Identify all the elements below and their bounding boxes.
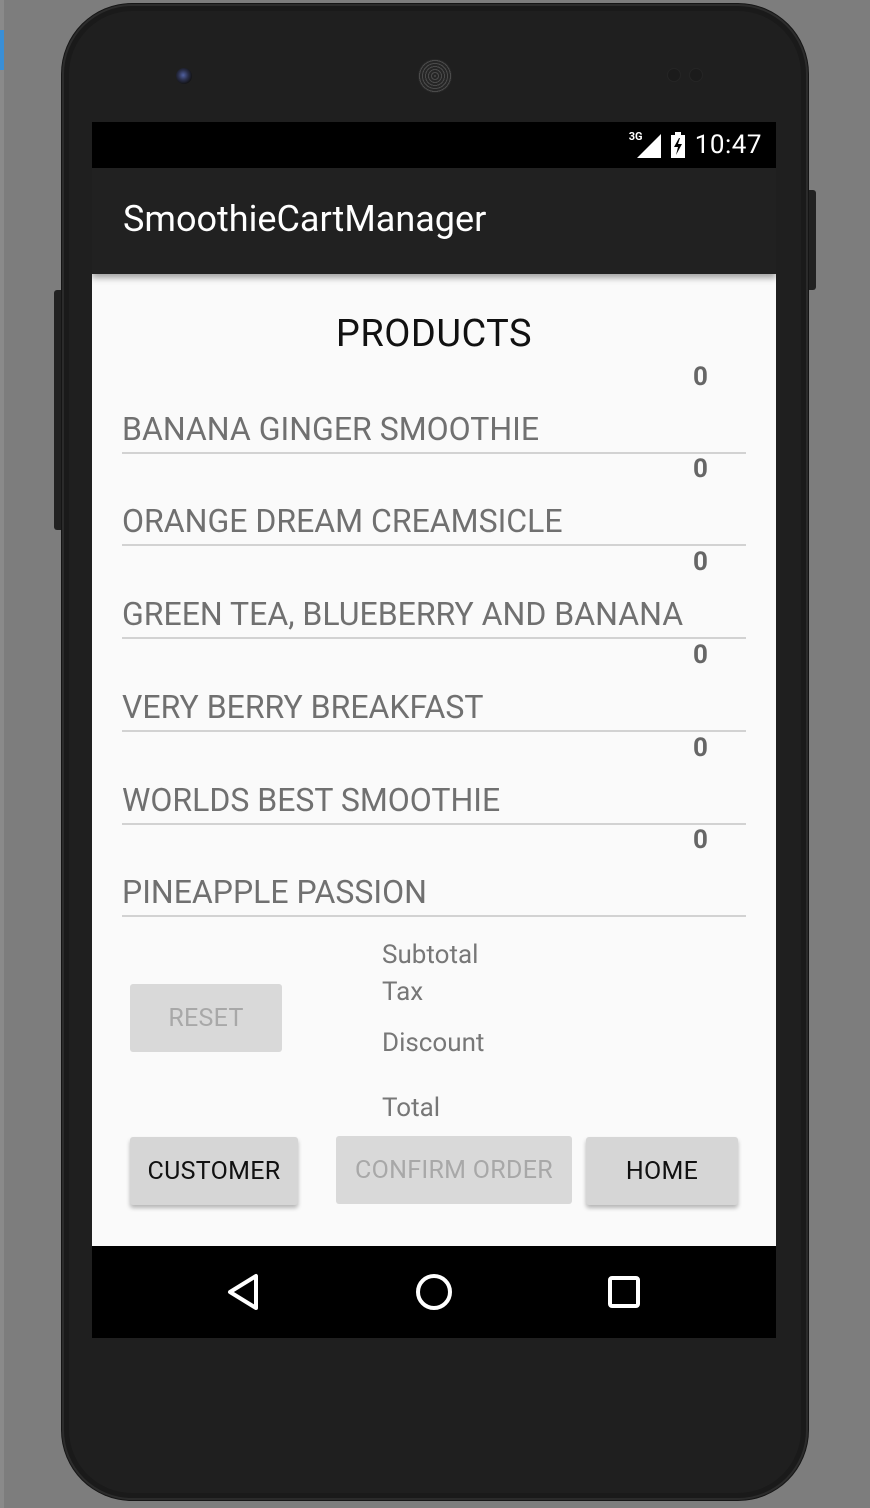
row-underline: [122, 915, 746, 917]
product-name: ORANGE DREAM CREAMSICLE: [122, 502, 563, 540]
reset-button[interactable]: RESET: [130, 984, 282, 1052]
home-icon[interactable]: [410, 1268, 458, 1316]
product-quantity: 0: [693, 733, 708, 763]
product-row[interactable]: WORLDS BEST SMOOTHIE 0: [122, 733, 746, 825]
row-underline: [122, 637, 746, 639]
device-screen: 3G 10:47 SmoothieCartManager PRODUCTS BA…: [92, 122, 776, 1338]
product-quantity: 0: [693, 825, 708, 855]
discount-label: Discount: [382, 1028, 485, 1058]
front-camera: [176, 68, 192, 84]
row-underline: [122, 730, 746, 732]
app-title: SmoothieCartManager: [123, 198, 487, 240]
recents-icon[interactable]: [600, 1268, 648, 1316]
total-label: Total: [382, 1093, 441, 1123]
tax-label: Tax: [382, 977, 424, 1007]
products-heading: PRODUCTS: [335, 312, 533, 356]
confirm-order-button[interactable]: CONFIRM ORDER: [336, 1136, 572, 1204]
product-quantity: 0: [693, 640, 708, 670]
proximity-sensor: [668, 69, 680, 81]
status-icons: 3G 10:47: [629, 122, 762, 168]
product-quantity: 0: [693, 454, 708, 484]
product-quantity: 0: [693, 547, 708, 577]
product-name: WORLDS BEST SMOOTHIE: [122, 781, 501, 819]
window-edge: [0, 0, 4, 1508]
product-row[interactable]: ORANGE DREAM CREAMSICLE 0: [122, 454, 746, 546]
navigation-bar: [92, 1246, 776, 1338]
signal-icon: 3G: [629, 130, 661, 158]
action-bar: SmoothieCartManager: [92, 168, 776, 274]
product-name: PINEAPPLE PASSION: [122, 873, 427, 911]
product-row[interactable]: BANANA GINGER SMOOTHIE 0: [122, 362, 746, 454]
earpiece-speaker: [418, 59, 452, 93]
back-icon[interactable]: [220, 1268, 268, 1316]
product-quantity: 0: [693, 362, 708, 392]
product-row[interactable]: GREEN TEA, BLUEBERRY AND BANANA 0: [122, 547, 746, 639]
product-name: GREEN TEA, BLUEBERRY AND BANANA: [122, 595, 684, 633]
window-edge-accent: [0, 30, 4, 70]
product-row[interactable]: VERY BERRY BREAKFAST 0: [122, 640, 746, 732]
customer-button[interactable]: CUSTOMER: [130, 1137, 298, 1205]
row-underline: [122, 544, 746, 546]
clock: 10:47: [694, 130, 762, 160]
product-row[interactable]: PINEAPPLE PASSION 0: [122, 825, 746, 917]
product-name: BANANA GINGER SMOOTHIE: [122, 410, 540, 448]
home-button[interactable]: HOME: [586, 1137, 738, 1205]
subtotal-label: Subtotal: [382, 940, 479, 970]
light-sensor: [690, 69, 702, 81]
product-name: VERY BERRY BREAKFAST: [122, 688, 484, 726]
status-bar: 3G 10:47: [92, 122, 776, 168]
battery-icon: [670, 132, 685, 158]
